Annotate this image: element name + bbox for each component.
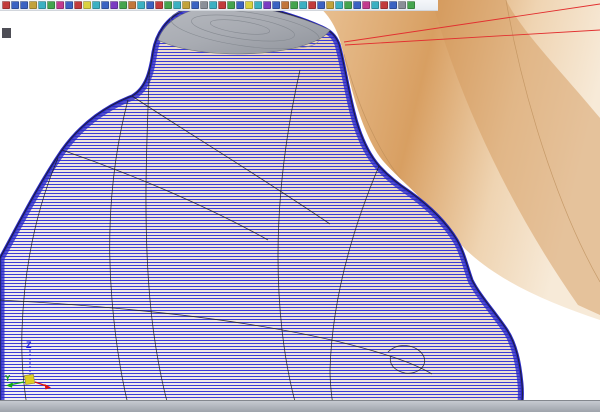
toolbar-icon-22[interactable] bbox=[191, 1, 199, 9]
toolbar-icon-4[interactable] bbox=[29, 1, 37, 9]
toolbar-icon-39[interactable] bbox=[344, 1, 352, 9]
toolbar-icon-34[interactable] bbox=[299, 1, 307, 9]
toolbar-icon-21[interactable] bbox=[182, 1, 190, 9]
toolbar-icon-46[interactable] bbox=[407, 1, 415, 9]
toolbar-icon-30[interactable] bbox=[263, 1, 271, 9]
toolbar-icon-3[interactable] bbox=[20, 1, 28, 9]
axis-z-label: Z bbox=[26, 340, 32, 350]
toolbar-icon-8[interactable] bbox=[65, 1, 73, 9]
toolbar-icon-7[interactable] bbox=[56, 1, 64, 9]
toolbar-icon-16[interactable] bbox=[137, 1, 145, 9]
toolbar-icon-24[interactable] bbox=[209, 1, 217, 9]
axis-gizmo: Z Y bbox=[4, 336, 64, 396]
toolbar-icon-43[interactable] bbox=[380, 1, 388, 9]
toolbar-icon-12[interactable] bbox=[101, 1, 109, 9]
toolbar-icon-45[interactable] bbox=[398, 1, 406, 9]
status-bar bbox=[0, 400, 600, 412]
toolbar-icon-44[interactable] bbox=[389, 1, 397, 9]
axis-x-arrow bbox=[45, 384, 52, 390]
toolbar-icon-25[interactable] bbox=[218, 1, 226, 9]
toolbar-icon-19[interactable] bbox=[164, 1, 172, 9]
toolbar-icon-36[interactable] bbox=[317, 1, 325, 9]
axis-y-label: Y bbox=[5, 374, 11, 383]
toolbar-icon-1[interactable] bbox=[2, 1, 10, 9]
viewport-marker bbox=[2, 28, 11, 38]
toolbar-icon-6[interactable] bbox=[47, 1, 55, 9]
toolbar-icon-37[interactable] bbox=[326, 1, 334, 9]
toolbar-icon-10[interactable] bbox=[83, 1, 91, 9]
toolbar-icon-33[interactable] bbox=[290, 1, 298, 9]
toolbar-icon-15[interactable] bbox=[128, 1, 136, 9]
toolbar-icon-41[interactable] bbox=[362, 1, 370, 9]
toolbar-icon-29[interactable] bbox=[254, 1, 262, 9]
toolbar-icon-38[interactable] bbox=[335, 1, 343, 9]
toolbar-icon-27[interactable] bbox=[236, 1, 244, 9]
toolbar-icon-35[interactable] bbox=[308, 1, 316, 9]
toolbar-icon-23[interactable] bbox=[200, 1, 208, 9]
toolbar-icon-14[interactable] bbox=[119, 1, 127, 9]
toolbar-icon-20[interactable] bbox=[173, 1, 181, 9]
toolbar-icon-18[interactable] bbox=[155, 1, 163, 9]
toolbar-icon-28[interactable] bbox=[245, 1, 253, 9]
toolbar-icon-26[interactable] bbox=[227, 1, 235, 9]
toolbar-icon-32[interactable] bbox=[281, 1, 289, 9]
toolbar-icon-9[interactable] bbox=[74, 1, 82, 9]
app-window: Z Y bbox=[0, 0, 600, 412]
toolbar-icon-13[interactable] bbox=[110, 1, 118, 9]
toolbar-icon-17[interactable] bbox=[146, 1, 154, 9]
axis-y-arrow bbox=[6, 382, 13, 388]
toolbar-icon-31[interactable] bbox=[272, 1, 280, 9]
toolbar-icon-5[interactable] bbox=[38, 1, 46, 9]
toolbar-icon-40[interactable] bbox=[353, 1, 361, 9]
main-toolbar bbox=[0, 0, 438, 11]
origin-cube bbox=[24, 374, 34, 384]
toolbar-icon-11[interactable] bbox=[92, 1, 100, 9]
toolbar-icon-2[interactable] bbox=[11, 1, 19, 9]
toolbar-icon-42[interactable] bbox=[371, 1, 379, 9]
viewport-3d[interactable] bbox=[0, 0, 600, 412]
